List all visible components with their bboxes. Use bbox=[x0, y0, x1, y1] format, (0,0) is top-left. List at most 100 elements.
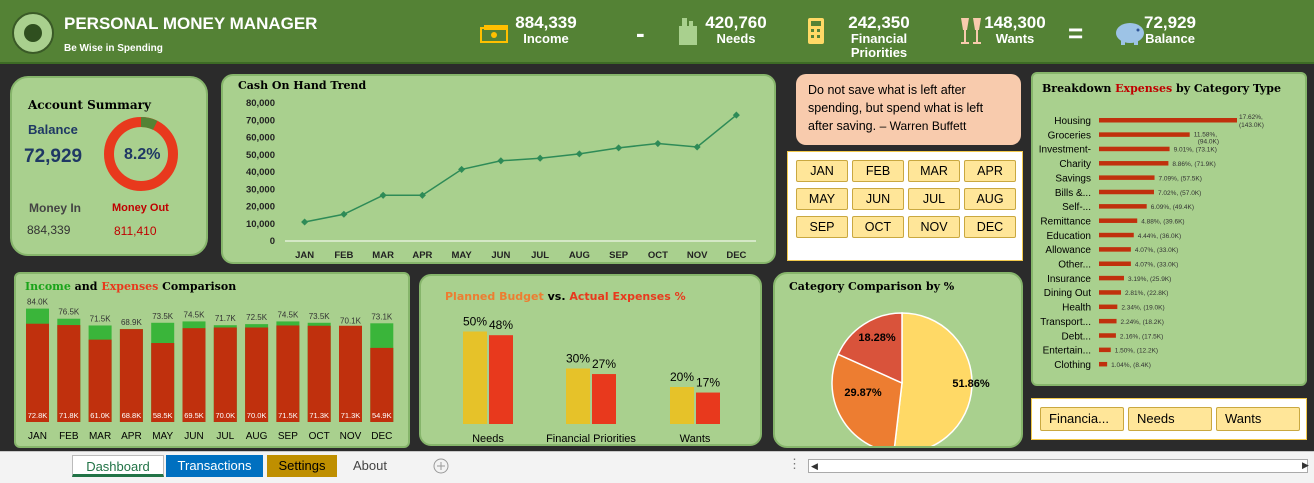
expense-bar bbox=[182, 328, 206, 422]
expense-bar-label: 71.3K bbox=[341, 411, 361, 420]
breakdown-bar bbox=[1099, 261, 1131, 266]
sheet-tab-bar: Dashboard Transactions Settings About ⋮ … bbox=[0, 451, 1314, 483]
breakdown-value-label: 2.24%, (18.2K) bbox=[1121, 319, 1164, 326]
income-expenses-panel: Income and Expenses Comparison 84.0K 72.8… bbox=[14, 272, 410, 448]
breakdown-category-label: Transport... bbox=[1040, 317, 1091, 328]
month-slicer-dec[interactable]: DEC bbox=[964, 216, 1016, 238]
trend-x-tick: JAN bbox=[295, 250, 314, 261]
scroll-right-icon[interactable]: ▶ bbox=[1302, 460, 1309, 471]
month-slicer-may[interactable]: MAY bbox=[796, 188, 848, 210]
ie-x-tick: MAY bbox=[152, 431, 173, 442]
breakdown-category-label: Groceries bbox=[1048, 130, 1091, 141]
breakdown-value-label: (143.0K) bbox=[1239, 122, 1264, 129]
tab-settings[interactable]: Settings bbox=[267, 455, 337, 477]
breakdown-category-label: Self-... bbox=[1062, 202, 1091, 213]
month-slicer-jun[interactable]: JUN bbox=[852, 188, 904, 210]
breakdown-category-label: Savings bbox=[1055, 173, 1091, 184]
planned-bar-label: 20% bbox=[670, 370, 694, 384]
income-bar-label: 71.5K bbox=[90, 314, 112, 323]
ie-x-tick: JAN bbox=[28, 431, 47, 442]
breakdown-value-label: 4.07%, (33.0K) bbox=[1135, 247, 1178, 254]
month-slicer-sep[interactable]: SEP bbox=[796, 216, 848, 238]
expense-bar bbox=[245, 327, 269, 422]
month-slicer-aug[interactable]: AUG bbox=[964, 188, 1016, 210]
scroll-left-icon[interactable]: ◀ bbox=[811, 461, 818, 472]
expense-bar-label: 70.0K bbox=[247, 411, 267, 420]
ie-x-tick: OCT bbox=[309, 431, 330, 442]
month-slicer-nov[interactable]: NOV bbox=[908, 216, 960, 238]
breakdown-bar bbox=[1099, 161, 1169, 166]
month-slicer-oct[interactable]: OCT bbox=[852, 216, 904, 238]
month-slicer-jan[interactable]: JAN bbox=[796, 160, 848, 182]
budget-vs-actual-chart: 50% 48% Needs 30% 27% Financial Priorities 20%… bbox=[463, 315, 720, 445]
breakdown-bar bbox=[1099, 132, 1190, 137]
slicer-wants[interactable]: Wants bbox=[1216, 407, 1300, 431]
trend-y-tick: 0 bbox=[270, 236, 275, 247]
expense-bar-label: 58.5K bbox=[153, 411, 173, 420]
ie-x-tick: APR bbox=[121, 431, 142, 442]
breakdown-value-label: 2.16%, (17.5K) bbox=[1120, 333, 1163, 340]
tab-dashboard[interactable]: Dashboard bbox=[72, 455, 164, 477]
breakdown-bar bbox=[1099, 218, 1138, 223]
ie-x-tick: SEP bbox=[278, 431, 298, 442]
month-slicer-jul[interactable]: JUL bbox=[908, 188, 960, 210]
trend-x-tick: OCT bbox=[648, 250, 668, 261]
trend-x-tick: JUL bbox=[531, 250, 549, 261]
slicer-financial-priorities[interactable]: Financia... bbox=[1040, 407, 1124, 431]
breakdown-value-label: 11.58%, bbox=[1194, 131, 1218, 138]
ie-x-tick: NOV bbox=[340, 431, 362, 442]
add-sheet-icon[interactable] bbox=[433, 458, 449, 474]
expense-bar bbox=[57, 325, 81, 422]
breakdown-value-label: 1.04%, (8.4K) bbox=[1111, 362, 1151, 369]
app-title: PERSONAL MONEY MANAGER bbox=[64, 14, 318, 33]
ie-x-tick: DEC bbox=[371, 431, 392, 442]
expense-bar-label: 71.5K bbox=[278, 411, 298, 420]
type-slicer: Financia... Needs Wants bbox=[1031, 398, 1307, 440]
trend-y-tick: 70,000 bbox=[246, 115, 275, 126]
trend-point bbox=[575, 150, 583, 158]
expense-bar-label: 69.5K bbox=[184, 411, 204, 420]
balance-label: Balance bbox=[28, 122, 78, 137]
month-slicer-apr[interactable]: APR bbox=[964, 160, 1016, 182]
trend-point bbox=[340, 210, 348, 218]
ie-x-tick: AUG bbox=[246, 431, 268, 442]
financial-priorities-value: 242,350 bbox=[848, 13, 910, 32]
equals-sign: = bbox=[1068, 18, 1084, 48]
balance-label: Balance bbox=[1145, 31, 1195, 46]
expense-bar-label: 71.3K bbox=[309, 411, 329, 420]
slicer-needs[interactable]: Needs bbox=[1128, 407, 1212, 431]
more-options-icon[interactable]: ⋮ bbox=[788, 456, 801, 472]
breakdown-value-label: 7.09%, (57.5K) bbox=[1159, 175, 1202, 182]
month-slicer-mar[interactable]: MAR bbox=[908, 160, 960, 182]
breakdown-bar bbox=[1099, 232, 1134, 238]
money-out-value: 811,410 bbox=[114, 224, 157, 238]
trend-point bbox=[497, 157, 505, 165]
income-bar-label: 84.0K bbox=[27, 298, 49, 307]
ie-x-tick: MAR bbox=[89, 431, 111, 442]
breakdown-category-label: Remittance bbox=[1040, 216, 1091, 227]
trend-point bbox=[379, 191, 387, 199]
trend-y-tick: 10,000 bbox=[246, 219, 275, 230]
breakdown-bar bbox=[1099, 290, 1122, 295]
cash-trend-chart: 80,000 70,000 60,000 50,000 40,000 30,000 20,0… bbox=[246, 98, 756, 261]
tab-transactions[interactable]: Transactions bbox=[166, 455, 263, 477]
cash-icon bbox=[480, 25, 508, 43]
breakdown-bar bbox=[1099, 347, 1111, 353]
trend-line bbox=[304, 114, 737, 223]
trend-point bbox=[301, 218, 309, 226]
pva-x-tick: Financial Priorities bbox=[546, 433, 636, 444]
horizontal-scrollbar[interactable]: ◀ bbox=[808, 459, 1308, 473]
account-summary-panel: Account Summary Balance 72,929 8.2% Mone… bbox=[10, 76, 208, 256]
month-slicer-feb[interactable]: FEB bbox=[852, 160, 904, 182]
trend-x-tick: APR bbox=[412, 250, 432, 261]
actual-bar-label: 48% bbox=[489, 318, 513, 332]
breakdown-value-label: 17.62%, bbox=[1239, 114, 1263, 121]
income-bar-label: 73.1K bbox=[371, 312, 393, 321]
trend-x-tick: DEC bbox=[726, 250, 746, 261]
breakdown-category-label: Health bbox=[1062, 303, 1091, 314]
breakdown-bar bbox=[1099, 247, 1131, 252]
money-in-value: 884,339 bbox=[27, 223, 71, 237]
tab-about[interactable]: About bbox=[341, 455, 399, 477]
expense-bar-label: 61.0K bbox=[90, 411, 110, 420]
trend-y-tick: 40,000 bbox=[246, 167, 275, 178]
